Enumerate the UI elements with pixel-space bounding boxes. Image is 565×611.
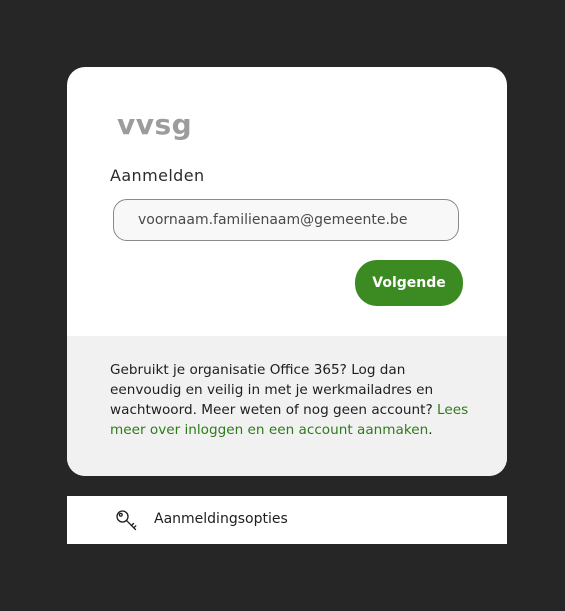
next-button[interactable]: Volgende — [355, 260, 463, 306]
info-panel: Gebruikt je organisatie Office 365? Log … — [67, 336, 507, 476]
signin-card: vvsg Aanmelden Volgende Gebruikt je orga… — [67, 67, 507, 476]
info-body: Gebruikt je organisatie Office 365? Log … — [110, 362, 438, 418]
info-text: Gebruikt je organisatie Office 365? Log … — [110, 360, 472, 440]
email-field[interactable] — [113, 199, 459, 241]
key-icon — [116, 510, 137, 531]
signin-options-button[interactable]: Aanmeldingsopties — [67, 496, 507, 544]
vvsg-logo: vvsg — [117, 108, 193, 141]
signin-options-label: Aanmeldingsopties — [154, 511, 288, 527]
info-suffix: . — [428, 422, 433, 438]
page-title: Aanmelden — [110, 166, 205, 185]
